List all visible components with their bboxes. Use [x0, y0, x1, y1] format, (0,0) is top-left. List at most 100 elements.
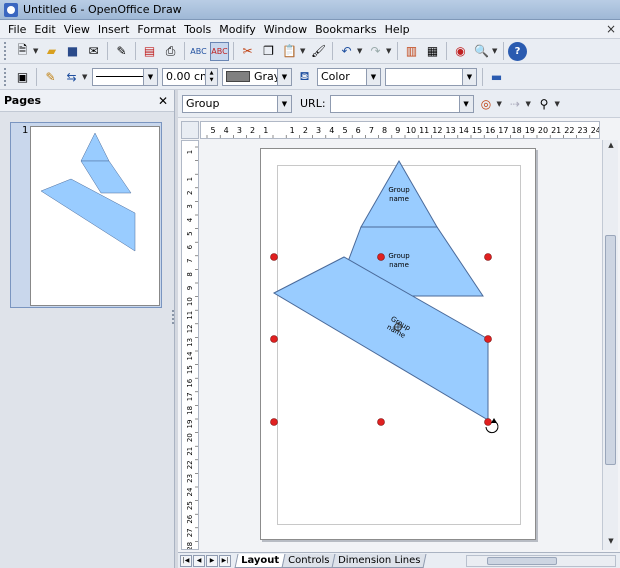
chevron-down-icon[interactable]: ▼ [277, 95, 291, 112]
tab-layout[interactable]: Layout [234, 553, 286, 568]
url-field[interactable]: ▼ [329, 94, 474, 113]
connector-icon[interactable]: ⇢ [506, 94, 525, 113]
last-tab-icon[interactable]: ▶| [219, 554, 231, 567]
edit-file-icon[interactable]: ✎ [112, 42, 131, 61]
find-dropdown-arrow[interactable]: ▼ [555, 100, 563, 108]
area-fill-select[interactable]: ▼ [385, 67, 477, 86]
toolbar-grip[interactable] [4, 42, 8, 60]
new-document-icon[interactable]: 🗎 [13, 42, 32, 61]
menu-tools[interactable]: Tools [180, 23, 215, 36]
tab-controls[interactable]: Controls [281, 553, 336, 568]
area-style-select[interactable]: Color ▼ [317, 67, 381, 86]
undo-dropdown-arrow[interactable]: ▼ [357, 47, 365, 55]
scroll-down-icon[interactable]: ▼ [606, 537, 616, 549]
selection-handle-top-center[interactable] [377, 253, 385, 261]
arrow-style-dropdown[interactable]: ▼ [82, 73, 90, 81]
paste-dropdown-arrow[interactable]: ▼ [300, 47, 308, 55]
email-icon[interactable]: ✉ [84, 42, 103, 61]
connector-dropdown-arrow[interactable]: ▼ [526, 100, 534, 108]
line-filling-toolbar: ▣ ✎ ⇆ ▼ ▼ 0.00 cm ▲ ▼ Gray ▼ ⛾ Color ▼ ▼ … [0, 64, 620, 90]
find-binoculars-icon[interactable]: ⚲ [535, 94, 554, 113]
chevron-down-icon[interactable]: ▼ [277, 68, 291, 85]
redo-dropdown-arrow[interactable]: ▼ [386, 47, 394, 55]
close-document-icon[interactable]: × [602, 22, 620, 36]
help-icon[interactable]: ? [508, 41, 527, 61]
open-folder-icon[interactable]: ▰ [42, 42, 61, 61]
prev-tab-icon[interactable]: ◀ [193, 554, 205, 567]
next-tab-icon[interactable]: ▶ [206, 554, 218, 567]
save-icon[interactable]: ■ [63, 42, 82, 61]
layer-select[interactable]: Group ▼ [182, 94, 292, 113]
vertical-ruler[interactable]: 1 1 2 3 4 5 6 7 8 9 10 11 12 13 14 15 16 17 18 19 20 21 22 23 24… [181, 140, 199, 550]
scroll-up-icon[interactable]: ▲ [606, 141, 616, 153]
chevron-down-icon[interactable]: ▼ [462, 68, 476, 85]
menu-edit[interactable]: Edit [30, 23, 59, 36]
top-triangle-label-2: name [389, 195, 409, 203]
line-style-select[interactable]: ▼ [92, 67, 158, 86]
vertical-scroll-thumb[interactable] [605, 235, 616, 465]
page-thumbnail[interactable] [30, 126, 160, 306]
horizontal-scrollbar[interactable] [466, 554, 616, 567]
vertical-scrollbar[interactable]: ▲ ▼ [602, 140, 618, 550]
selection-handle-middle-right[interactable] [484, 335, 492, 343]
navigator-icon[interactable]: ◉ [451, 42, 470, 61]
pane-splitter[interactable] [172, 310, 175, 324]
copy-icon[interactable]: ❐ [259, 42, 278, 61]
selection-handle-middle-left[interactable] [270, 335, 278, 343]
spreadsheet-icon[interactable]: ▦ [423, 42, 442, 61]
menu-file[interactable]: File [4, 23, 30, 36]
menu-view[interactable]: View [60, 23, 94, 36]
zoom-dropdown-arrow[interactable]: ▼ [492, 47, 500, 55]
ruler-tick-label: 26 [186, 514, 194, 523]
spellcheck-icon[interactable]: ABC [189, 42, 208, 61]
menu-modify[interactable]: Modify [215, 23, 259, 36]
print-icon[interactable]: ⎙ [161, 42, 180, 61]
selection-handle-bottom-left[interactable] [270, 418, 278, 426]
styles-formatting-icon[interactable]: ▣ [13, 67, 32, 86]
selection-handle-top-right[interactable] [484, 253, 492, 261]
area-fill-bucket-icon[interactable]: ⛾ [295, 67, 314, 86]
selection-handle-top-left[interactable] [270, 253, 278, 261]
first-tab-icon[interactable]: |◀ [180, 554, 192, 567]
chart-icon[interactable]: ▥ [402, 42, 421, 61]
arrow-style-icon[interactable]: ⇆ [62, 67, 81, 86]
chevron-down-icon[interactable]: ▼ [366, 68, 380, 85]
horizontal-ruler[interactable]: 5 4 3 2 1 1 2 3 4 5 6 7 8 9 10 11 12 13 14 15 16 17 18 19 20 21 22… [200, 121, 600, 139]
redo-icon[interactable]: ↷ [366, 42, 385, 61]
menu-insert[interactable]: Insert [94, 23, 134, 36]
selection-handle-bottom-center[interactable] [377, 418, 385, 426]
menu-bookmarks[interactable]: Bookmarks [311, 23, 380, 36]
menu-help[interactable]: Help [381, 23, 414, 36]
zoom-icon[interactable]: 🔍 [472, 42, 491, 61]
selection-handle-bottom-right[interactable] [484, 418, 492, 426]
line-width-field[interactable]: 0.00 cm ▲ ▼ [162, 67, 218, 86]
line-width-spinner[interactable]: ▲ ▼ [205, 68, 217, 85]
autospellcheck-icon[interactable]: ABC [210, 41, 229, 61]
top-triangle-shape[interactable] [360, 159, 438, 228]
close-pane-icon[interactable]: ✕ [158, 94, 168, 108]
menu-window[interactable]: Window [260, 23, 311, 36]
menu-format[interactable]: Format [133, 23, 180, 36]
new-dropdown-arrow[interactable]: ▼ [33, 47, 41, 55]
ruler-tick-label: 2 [250, 126, 255, 135]
undo-icon[interactable]: ↶ [337, 42, 356, 61]
horizontal-scroll-thumb[interactable] [487, 556, 557, 565]
tab-dimension-lines[interactable]: Dimension Lines [331, 553, 428, 568]
pages-pane-header: Pages ✕ [0, 90, 174, 112]
line-color-select[interactable]: Gray ▼ [222, 67, 292, 86]
chevron-down-icon[interactable]: ▼ [458, 95, 473, 112]
target-icon[interactable]: ◎ [477, 94, 496, 113]
line-icon[interactable]: ✎ [41, 67, 60, 86]
ruler-corner[interactable] [181, 121, 199, 139]
toolbar-grip-2[interactable] [4, 67, 8, 86]
export-pdf-icon[interactable]: ▤ [140, 42, 159, 61]
chevron-down-icon[interactable]: ▼ [143, 68, 157, 85]
format-paintbrush-icon[interactable]: 🖌 [309, 42, 328, 61]
paste-icon[interactable]: 📋 [280, 42, 299, 61]
shadow-icon[interactable]: ▬ [487, 67, 506, 86]
ruler-tick-label: 9 [395, 126, 400, 135]
ruler-tick-label: 11 [419, 126, 429, 135]
cut-icon[interactable]: ✂ [238, 42, 257, 61]
target-dropdown-arrow[interactable]: ▼ [497, 100, 505, 108]
canvas-area[interactable]: 5 4 3 2 1 1 2 3 4 5 6 7 8 9 10 11 12 13 14 15 16 17 18 19 20 21 22… [178, 118, 620, 568]
